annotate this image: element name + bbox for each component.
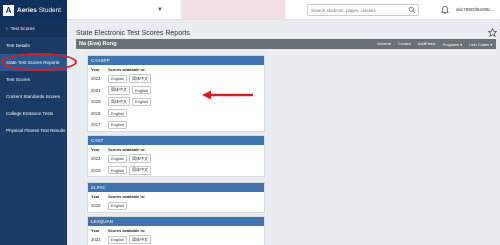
- score-report-language-button[interactable]: 简体中文: [108, 85, 130, 95]
- score-report-language-button[interactable]: 简体中文: [108, 97, 130, 107]
- score-report-language-button[interactable]: English: [108, 74, 128, 83]
- panel-title: LEXQUAN: [88, 217, 264, 226]
- column-header-row: Year Scores available in:: [88, 145, 264, 153]
- student-name: Na (Eva) Rong: [79, 41, 117, 47]
- score-report-language-button[interactable]: 简体中文: [129, 74, 152, 84]
- row-year: 2018: [91, 203, 101, 209]
- sidebar-item-test-details[interactable]: Test Details: [0, 37, 67, 54]
- app-name: Aeries: [17, 6, 37, 14]
- score-panel-cast: CAST Year Scores available in: 2022 English 简…: [87, 135, 265, 177]
- sidebar-item-content-standards-scores[interactable]: Content Standards Scores: [0, 88, 67, 105]
- score-report-language-button[interactable]: English: [108, 109, 128, 118]
- aeries-logo: A: [3, 4, 14, 16]
- score-report-language-button[interactable]: English: [108, 154, 128, 163]
- score-panel-elpac: ELPAC Year Scores available in: 2018 English: [87, 182, 265, 213]
- chevron-down-icon: ▼: [157, 7, 163, 13]
- link-general[interactable]: General: [377, 42, 391, 46]
- row-year: 2019: [91, 167, 101, 173]
- student-header-bar: Na (Eva) Rong General Contact AddlFields…: [76, 39, 496, 49]
- score-report-language-button[interactable]: English: [108, 201, 128, 210]
- search-input[interactable]: [311, 7, 406, 13]
- user-menu[interactable]: abc789t2f0te08tc...: [456, 7, 494, 12]
- column-header-year: Year: [91, 227, 100, 233]
- column-header-scores: Scores available in:: [108, 146, 146, 152]
- score-row: 2022 English 简体中文: [88, 234, 264, 245]
- score-report-language-button[interactable]: 简体中文: [129, 165, 152, 175]
- search-icon[interactable]: [408, 6, 416, 14]
- sidebar-back-label: Test Scores: [10, 26, 35, 31]
- score-row: 2017 English: [88, 119, 264, 131]
- score-row: 2022 English 简体中文: [88, 153, 264, 165]
- column-header-year: Year: [91, 146, 100, 152]
- column-header-scores: Scores available in:: [108, 227, 146, 233]
- app-brand[interactable]: A Aeries Student: [0, 0, 67, 20]
- score-row: 2018 English: [88, 200, 264, 212]
- column-header-row: Year Scores available in:: [88, 192, 264, 200]
- chevron-left-icon: ‹: [6, 25, 8, 32]
- sidebar-item-physical-fitness-test-results[interactable]: Physical Fitness Test Results: [0, 122, 67, 139]
- app-subname: Student: [38, 6, 62, 14]
- column-header-scores: Scores available in:: [108, 66, 146, 72]
- score-report-language-button[interactable]: English: [108, 166, 128, 175]
- link-addlfields[interactable]: AddlFields: [418, 42, 436, 46]
- row-year: 2022: [91, 76, 101, 82]
- score-row: 2018 English: [88, 108, 264, 120]
- row-year: 2019: [91, 99, 101, 105]
- sidebar-item-college-entrance-tests[interactable]: College Entrance Tests: [0, 105, 67, 122]
- column-header-year: Year: [91, 193, 100, 199]
- link-programs[interactable]: Programs ▾: [443, 42, 462, 47]
- panel-title: ELPAC: [88, 183, 264, 192]
- score-report-language-button[interactable]: English: [108, 120, 128, 129]
- score-panel-lexquan: LEXQUAN Year Scores available in: 2022 Engli…: [87, 216, 265, 245]
- link-user-codes[interactable]: User Codes ▾: [469, 42, 492, 47]
- row-year: 2017: [91, 122, 101, 128]
- sidebar-item-state-test-scores-reports[interactable]: State Test Scores Reports: [0, 54, 67, 71]
- sidebar-back-test-scores[interactable]: ‹ Test Scores: [0, 20, 67, 37]
- row-year: 2021: [91, 87, 101, 93]
- page-title: State Electronic Test Scores Reports: [76, 30, 190, 37]
- column-header-scores: Scores available in:: [108, 193, 146, 199]
- score-row: 2022 English 简体中文: [88, 73, 264, 85]
- row-year: 2018: [91, 110, 101, 116]
- score-report-language-button[interactable]: 简体中文: [129, 235, 152, 245]
- column-header-row: Year Scores available in:: [88, 65, 264, 73]
- bell-icon[interactable]: [441, 5, 449, 14]
- score-report-language-button[interactable]: 简体中文: [129, 154, 152, 164]
- score-report-language-button[interactable]: English: [108, 235, 128, 244]
- school-selector[interactable]: ▼: [67, 0, 167, 20]
- search-field[interactable]: [307, 4, 419, 16]
- top-bar: A Aeries Student ▼ abc789t2f0te08tc...: [0, 0, 500, 20]
- student-nav: General Contact AddlFields Programs ▾ Us…: [377, 39, 492, 49]
- sidebar: ‹ Test Scores Test Details State Test Sc…: [0, 20, 67, 245]
- annotation-arrow: [202, 90, 253, 100]
- row-year: 2022: [91, 237, 101, 243]
- score-report-language-button[interactable]: English: [132, 97, 152, 106]
- sidebar-item-test-scores[interactable]: Test Scores: [0, 71, 67, 88]
- score-row: 2019 English 简体中文: [88, 165, 264, 177]
- column-header-year: Year: [91, 66, 100, 72]
- panel-title: CAASPP: [88, 56, 264, 65]
- score-report-language-button[interactable]: English: [132, 86, 152, 95]
- column-header-row: Year Scores available in:: [88, 226, 264, 234]
- header-banner: [181, 0, 285, 20]
- row-year: 2022: [91, 156, 101, 162]
- star-icon[interactable]: [488, 28, 497, 37]
- link-contact[interactable]: Contact: [398, 42, 411, 46]
- panel-title: CAST: [88, 136, 264, 145]
